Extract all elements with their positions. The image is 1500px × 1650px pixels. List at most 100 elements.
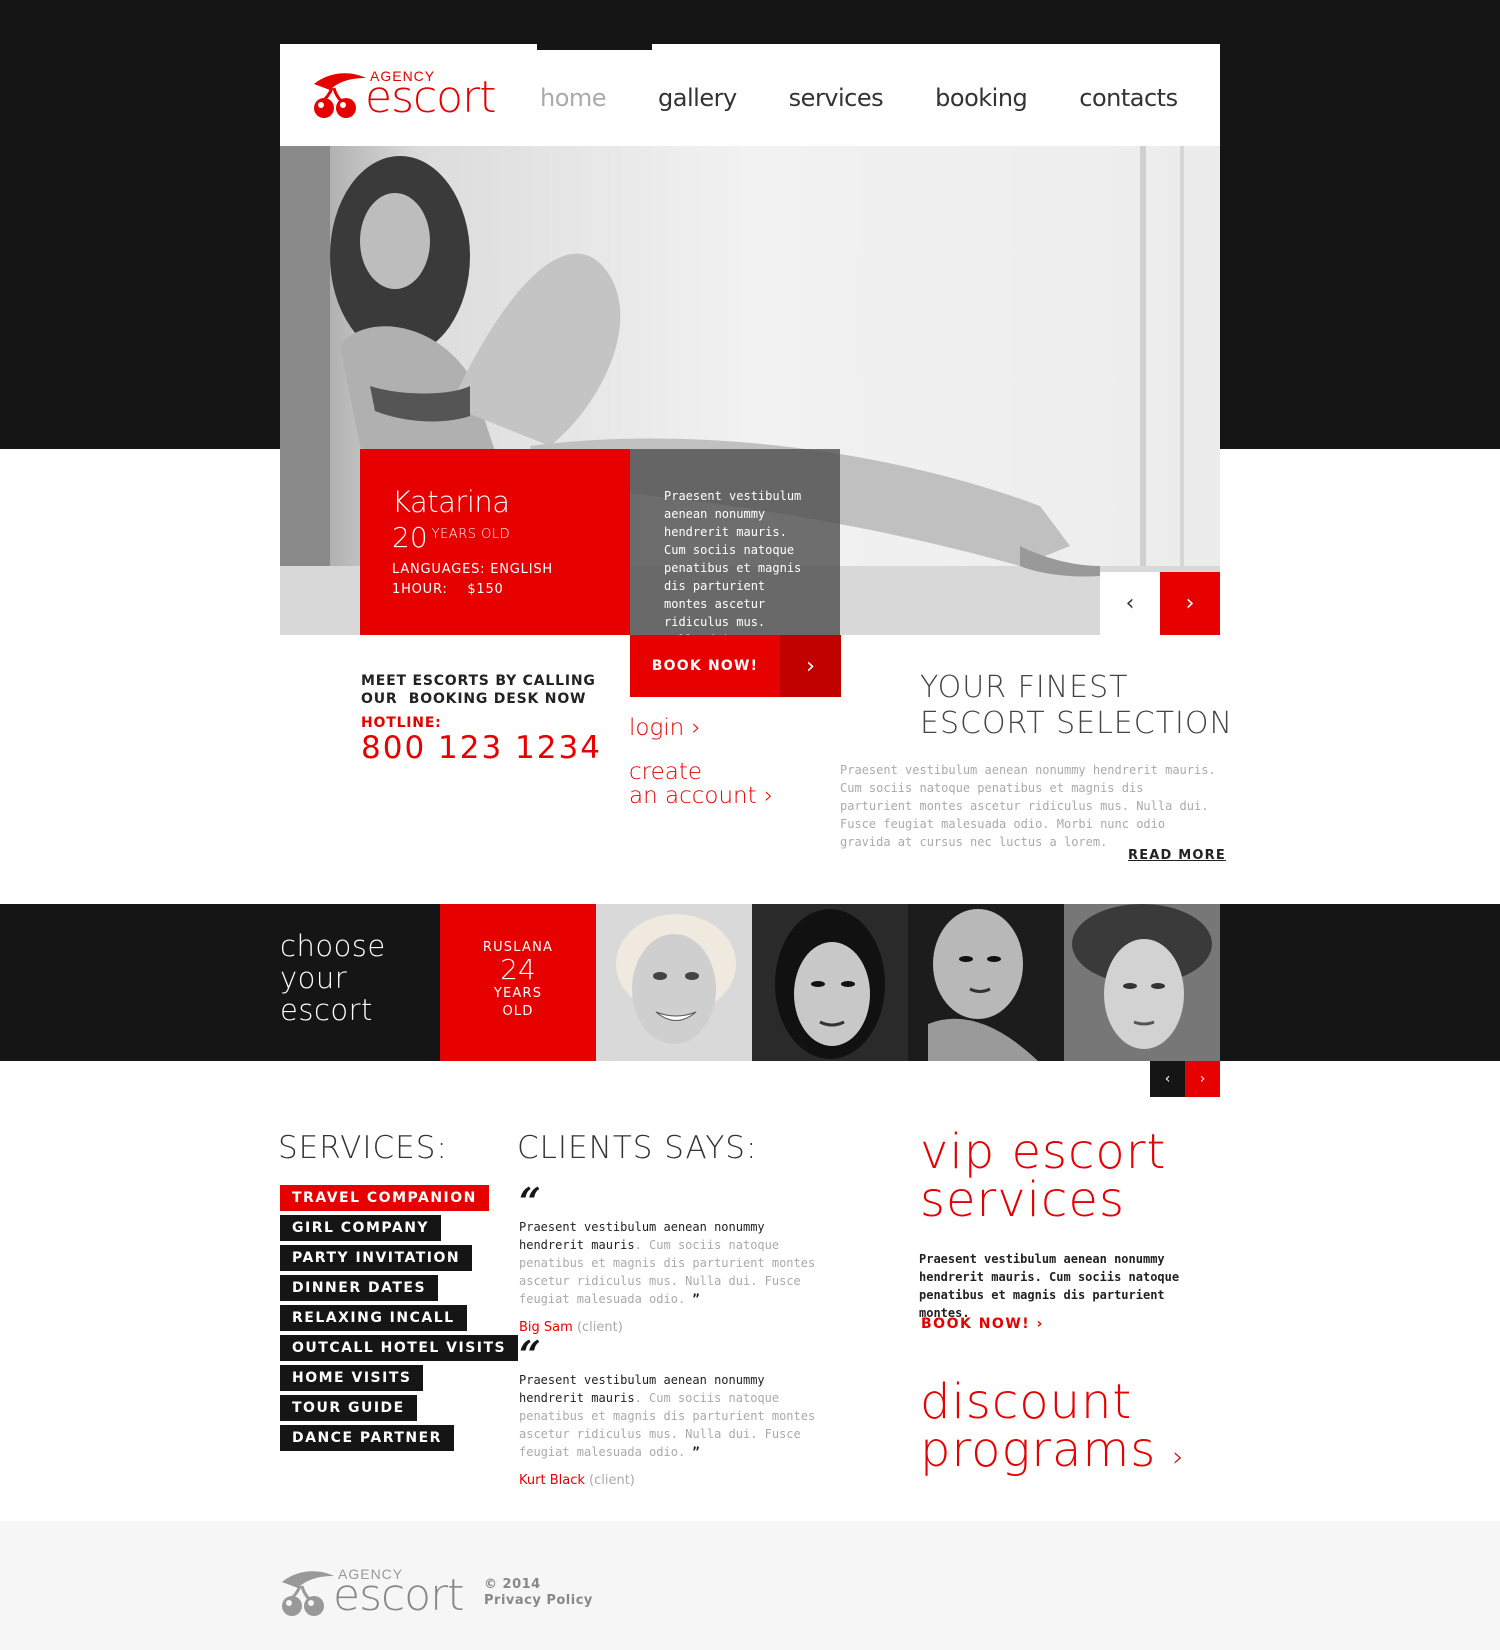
- escort-carousel-next-button[interactable]: ›: [1185, 1061, 1220, 1097]
- privacy-policy-link[interactable]: Privacy Policy: [484, 1593, 593, 1609]
- choose-line2: your: [280, 961, 348, 995]
- cherry-icon: [314, 73, 366, 118]
- escort-thumbnail[interactable]: [752, 904, 908, 1061]
- services-list: TRAVEL COMPANION GIRL COMPANY PARTY INVI…: [280, 1185, 519, 1455]
- testimonial: “ Praesent vestibulum aenean nonummy hen…: [519, 1179, 819, 1336]
- escort-photo: [908, 904, 1064, 1061]
- discount-line1: discount: [920, 1374, 1133, 1430]
- escort-photo: [596, 904, 752, 1061]
- featured-escort-age: 24: [500, 953, 536, 986]
- escort-thumbnail[interactable]: [908, 904, 1064, 1061]
- service-home-visits[interactable]: HOME VISITS: [280, 1365, 424, 1391]
- hero-description: Praesent vestibulum aenean nonummy hendr…: [630, 449, 840, 647]
- hotline-label: HOTLINE:: [361, 715, 442, 731]
- hero-escort-age: 20 YEARS OLD: [392, 521, 511, 554]
- nav-active-indicator: [537, 44, 652, 50]
- choose-escort-heading: choose your escort: [280, 930, 386, 1026]
- testimonial: “ Praesent vestibulum aenean nonummy hen…: [519, 1332, 819, 1489]
- footer-logo-name-text: escort: [333, 1570, 464, 1621]
- hero-escort-card: Katarina 20 YEARS OLD LANGUAGES: ENGLISH …: [360, 449, 630, 635]
- service-relaxing-incall[interactable]: RELAXING INCALL: [280, 1305, 467, 1331]
- chevron-right-icon: ›: [1036, 1316, 1044, 1332]
- footer-logo[interactable]: AGENCY escort: [278, 1562, 478, 1622]
- booking-desk-line2: OUR BOOKING DESK NOW: [361, 691, 587, 707]
- create-account-line1: create: [629, 759, 703, 785]
- book-now-label: BOOK NOW!: [651, 658, 759, 674]
- service-girl-company[interactable]: GIRL COMPANY: [280, 1215, 442, 1241]
- chevron-left-icon: ‹: [1125, 591, 1135, 616]
- discount-line2: programs ›: [920, 1422, 1185, 1478]
- logo-name-text: escort: [365, 72, 496, 123]
- booking-desk-line1: MEET ESCORTS BY CALLING: [361, 673, 596, 689]
- service-dinner-dates[interactable]: DINNER DATES: [280, 1275, 439, 1301]
- testimonial-author: Big Sam (client): [519, 1320, 819, 1335]
- finest-title-line2: ESCORT SELECTION: [920, 706, 1233, 741]
- cherry-icon: [282, 1571, 334, 1616]
- finest-selection-text: Praesent vestibulum aenean nonummy hendr…: [840, 763, 1216, 849]
- vip-title-line1: vip escort: [920, 1124, 1167, 1180]
- hero-prev-button[interactable]: ‹: [1100, 572, 1160, 635]
- nav-services[interactable]: services: [789, 84, 884, 112]
- nav-contacts[interactable]: contacts: [1079, 84, 1178, 112]
- hero-escort-rate: 1HOUR: $150: [392, 582, 504, 597]
- clients-title: CLIENTS SAYS:: [517, 1130, 758, 1166]
- copyright-text: © 2014: [484, 1577, 541, 1592]
- service-party-invitation[interactable]: PARTY INVITATION: [280, 1245, 473, 1271]
- discount-programs-link[interactable]: discount programs ›: [920, 1378, 1185, 1481]
- escort-thumbnail[interactable]: [596, 904, 752, 1061]
- escort-photo: [752, 904, 908, 1061]
- finest-selection-title: YOUR FINEST ESCORT SELECTION: [920, 670, 1233, 742]
- hotline-number[interactable]: 800 123 1234: [361, 730, 602, 766]
- featured-escort-years: YEARS: [493, 986, 543, 1001]
- quote-close-icon: ”: [692, 1292, 700, 1306]
- logo[interactable]: AGENCY escort: [310, 64, 510, 124]
- hero-escort-languages: LANGUAGES: ENGLISH: [392, 562, 553, 577]
- quote-open-icon: “: [519, 1179, 541, 1224]
- testimonial-author: Kurt Black (client): [519, 1473, 819, 1488]
- quote-open-icon: “: [519, 1332, 541, 1377]
- author-name: Kurt Black: [519, 1473, 585, 1488]
- main-nav: home gallery services booking contacts: [540, 84, 1230, 112]
- footer-copyright: © 2014 Privacy Policy: [484, 1577, 593, 1609]
- login-label: login: [629, 715, 685, 741]
- featured-escort-card[interactable]: RUSLANA 24 YEARS OLD: [440, 904, 596, 1061]
- nav-home[interactable]: home: [540, 84, 607, 112]
- service-tour-guide[interactable]: TOUR GUIDE: [280, 1395, 417, 1421]
- chevron-right-icon: ›: [780, 635, 841, 697]
- book-now-button[interactable]: BOOK NOW! ›: [630, 635, 841, 697]
- choose-line3: escort: [280, 993, 373, 1027]
- escort-carousel-prev-button[interactable]: ‹: [1150, 1061, 1185, 1097]
- chevron-right-icon: ›: [1185, 591, 1195, 616]
- finest-title-line1: YOUR FINEST: [920, 670, 1129, 705]
- escort-thumbnail[interactable]: [1064, 904, 1220, 1061]
- choose-line1: choose: [280, 929, 386, 963]
- testimonial-text: Praesent vestibulum aenean nonummy hendr…: [519, 1373, 816, 1459]
- vip-services-title: vip escort services: [920, 1128, 1166, 1224]
- service-outcall-hotel-visits[interactable]: OUTCALL HOTEL VISITS: [280, 1335, 519, 1361]
- escort-photo: [1064, 904, 1220, 1061]
- vip-book-now-link[interactable]: BOOK NOW! ›: [921, 1316, 1044, 1332]
- vip-book-now-label: BOOK NOW!: [921, 1316, 1031, 1332]
- hero-next-button[interactable]: ›: [1160, 572, 1220, 635]
- quote-close-icon: ”: [692, 1445, 700, 1459]
- booking-desk-text: MEET ESCORTS BY CALLING OUR BOOKING DESK…: [361, 672, 596, 708]
- service-dance-partner[interactable]: DANCE PARTNER: [280, 1425, 454, 1451]
- vip-services-text: Praesent vestibulum aenean nonummy hendr…: [919, 1252, 1180, 1320]
- chevron-right-icon: ›: [1172, 1440, 1185, 1473]
- hero-escort-name: Katarina: [392, 485, 510, 519]
- read-more-link[interactable]: READ MORE: [1128, 848, 1226, 863]
- create-account-line2: an account ›: [629, 783, 774, 809]
- nav-booking[interactable]: booking: [935, 84, 1028, 112]
- chevron-right-icon: ›: [691, 715, 701, 741]
- nav-gallery[interactable]: gallery: [658, 84, 737, 112]
- login-link[interactable]: login ›: [629, 715, 701, 741]
- chevron-left-icon: ‹: [1164, 1071, 1171, 1087]
- chevron-right-icon: ›: [763, 783, 774, 809]
- service-travel-companion[interactable]: TRAVEL COMPANION: [280, 1185, 489, 1211]
- footer: [0, 1521, 1500, 1650]
- featured-escort-old: OLD: [502, 1004, 534, 1019]
- testimonial-text: Praesent vestibulum aenean nonummy hendr…: [519, 1220, 816, 1306]
- author-role: (client): [589, 1473, 635, 1488]
- vip-title-line2: services: [920, 1172, 1125, 1228]
- create-account-link[interactable]: create an account ›: [629, 760, 773, 808]
